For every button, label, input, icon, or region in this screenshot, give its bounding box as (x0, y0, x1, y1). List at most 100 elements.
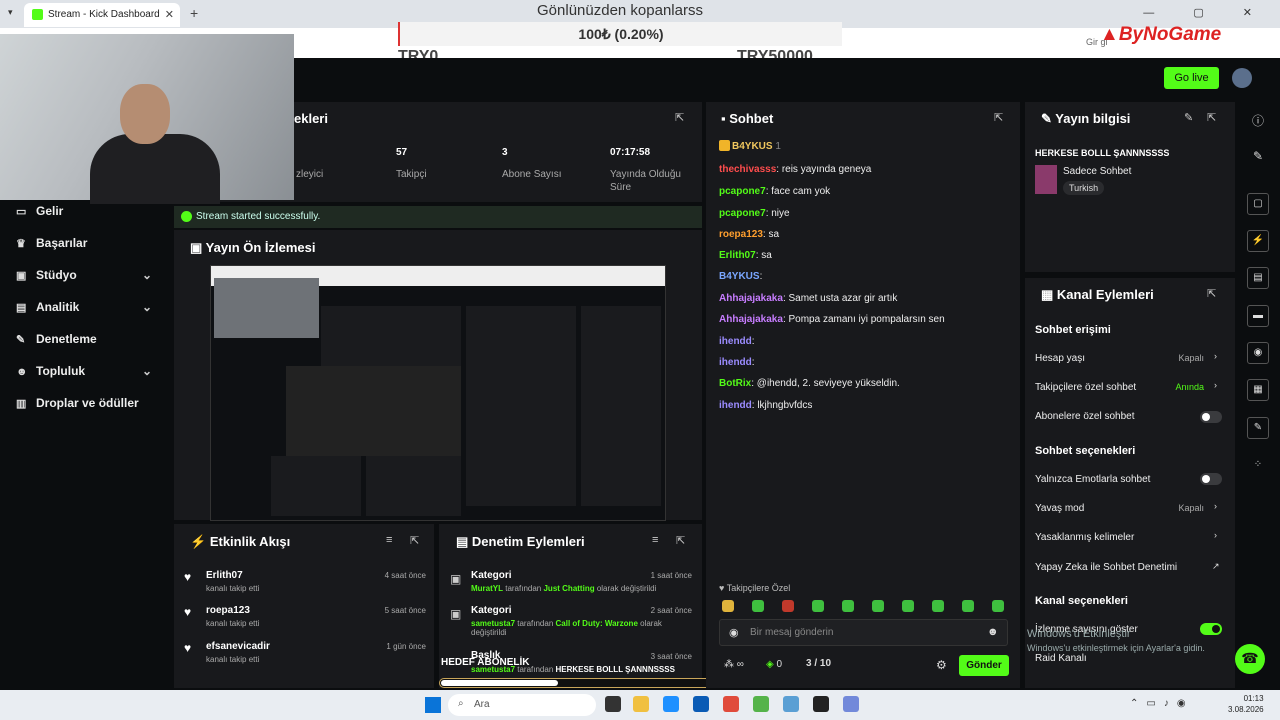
kick-points-icon: ◈ (766, 659, 777, 670)
sidebar-item-analitik[interactable]: ▤ Analitik ⌄ (16, 300, 152, 314)
emote-icon[interactable] (722, 600, 734, 612)
bolt-icon: ⚡ (190, 534, 210, 549)
external-link-icon[interactable]: ↗ (1212, 561, 1220, 572)
chat-message[interactable]: pcapone7: niye (719, 208, 790, 219)
sidebar-item-basarilar[interactable]: ♛ Başarılar (16, 236, 87, 250)
filter-icon[interactable]: ≡ (386, 534, 392, 546)
followers-only-label: ♥ Takipçilere Özel (719, 583, 791, 593)
filter-icon[interactable]: ≡ (652, 534, 658, 546)
chat-message[interactable]: Ahhajajakaka: Samet usta azar gir artık (719, 293, 897, 304)
studio-icon: ▣ (16, 270, 27, 282)
new-tab-button[interactable]: + (190, 5, 198, 21)
category-name[interactable]: Sadece Sohbet (1063, 166, 1131, 177)
store-icon[interactable] (693, 696, 709, 712)
ai-mod-row[interactable]: Yapay Zeka ile Sohbet Denetimi (1035, 562, 1177, 573)
mod-action-name: Kategori (471, 605, 512, 616)
sidebar-item-gelir[interactable]: ▭ Gelir (16, 204, 63, 218)
chrome-icon[interactable] (723, 696, 739, 712)
obs-icon[interactable] (813, 696, 829, 712)
activity-name[interactable]: Erlith07 (206, 570, 243, 581)
chat-settings-gear-icon[interactable]: ⚙ (936, 658, 947, 672)
help-chat-icon[interactable]: ☎ (1235, 644, 1265, 674)
close-tab-icon[interactable]: ✕ (165, 8, 174, 21)
app-icon[interactable] (753, 696, 769, 712)
document-icon[interactable]: ▤ (1247, 267, 1269, 289)
sidebar-item-droplar[interactable]: ▥ Droplar ve ödüller (16, 396, 139, 410)
avatar[interactable] (1232, 68, 1252, 88)
emote-icon[interactable] (872, 600, 884, 612)
expand-icon[interactable]: ⇱ (675, 111, 684, 124)
focus-icon[interactable]: ▢ (1247, 193, 1269, 215)
chat-message[interactable]: BotRix: @ihendd, 2. seviyeye yükseldin. (719, 378, 900, 389)
emote-icon[interactable] (812, 600, 824, 612)
apps-icon[interactable]: ⁘ (1247, 455, 1269, 477)
chevron-right-icon: › (1214, 351, 1217, 361)
chat-message[interactable]: ihendd: lkjhngbvfdcs (719, 400, 812, 411)
sidebar-item-denetleme[interactable]: ✎ Denetleme (16, 332, 97, 346)
account-age-row[interactable]: Hesap yaşı (1035, 353, 1085, 364)
layout-icon[interactable]: ▦ (1247, 379, 1269, 401)
info-icon[interactable]: ⓘ (1247, 108, 1269, 130)
emoji-icon[interactable]: ☻ (987, 626, 999, 638)
emote-icon[interactable] (752, 600, 764, 612)
sidebar-item-topluluk[interactable]: ☻ Topluluk ⌄ (16, 364, 152, 378)
activity-name[interactable]: efsanevicadir (206, 641, 270, 652)
chat-mod-icon[interactable]: ◉ (729, 626, 739, 639)
overlay-hedef-label: HEDEF ABONELİK (441, 657, 530, 668)
browser-tab[interactable]: Stream - Kick Dashboard ✕ (24, 3, 180, 27)
emote-icon[interactable] (962, 600, 974, 612)
taskbar-clock[interactable]: 01:13 3.08.2026 (1228, 693, 1264, 715)
chat-message[interactable]: Ahhajajakaka: Pompa zamanı iyi pompalars… (719, 314, 945, 325)
emote-icon[interactable] (992, 600, 1004, 612)
bolt-icon[interactable]: ⚡ (1247, 230, 1269, 252)
task-view-icon[interactable] (605, 696, 621, 712)
file-explorer-icon[interactable] (633, 696, 649, 712)
banned-words-row[interactable]: Yasaklanmış kelimeler (1035, 532, 1134, 543)
edge-icon[interactable] (663, 696, 679, 712)
chat-message[interactable]: Erlith07: sa (719, 250, 772, 261)
emote-icon[interactable] (782, 600, 794, 612)
chat-message[interactable]: thechivasss: reis yayında geneya (719, 164, 871, 175)
broadcast-icon[interactable]: ◉ (1247, 342, 1269, 364)
stream-preview-video[interactable] (210, 265, 666, 521)
stat-viewers-label: zleyici (296, 169, 324, 180)
windows-start-icon[interactable] (425, 697, 441, 713)
kick-points[interactable]: ◈ 0 (766, 659, 782, 670)
chat-input[interactable]: Bir mesaj gönderin (719, 619, 1008, 646)
chat-message[interactable]: pcapone7: face cam yok (719, 186, 830, 197)
discord-icon[interactable] (843, 696, 859, 712)
expand-icon[interactable]: ⇱ (676, 534, 685, 547)
slow-mode-row[interactable]: Yavaş mod (1035, 503, 1084, 514)
wrench-icon[interactable]: ✎ (1247, 417, 1269, 439)
expand-icon[interactable]: ⇱ (994, 111, 1003, 124)
chat-message[interactable]: ihendd: (719, 357, 755, 368)
emote-icon[interactable] (902, 600, 914, 612)
emote-only-toggle[interactable] (1200, 473, 1222, 485)
sidebar-item-studyo[interactable]: ▣ Stüdyo ⌄ (16, 268, 152, 282)
emote-icon[interactable] (842, 600, 854, 612)
subs-chat-toggle[interactable] (1200, 411, 1222, 423)
system-tray-icons[interactable]: ⌃▭♪◉ (1130, 698, 1194, 709)
chat-icon[interactable]: ▬ (1247, 305, 1269, 327)
chat-message[interactable]: roepa123: sa (719, 229, 779, 240)
send-button[interactable]: Gönder (959, 655, 1009, 676)
activity-name[interactable]: roepa123 (206, 605, 250, 616)
emote-icon[interactable] (932, 600, 944, 612)
expand-icon[interactable]: ⇱ (410, 534, 419, 547)
chat-username: Ahhajajakaka (719, 293, 783, 304)
chat-message[interactable]: B4YKUS: (719, 271, 762, 282)
edit-icon[interactable]: ✎ (1184, 111, 1193, 124)
expand-icon[interactable]: ⇱ (1207, 287, 1216, 300)
channel-points[interactable]: ⁂ ∞ (724, 659, 744, 670)
go-live-button[interactable]: Go live (1164, 67, 1219, 89)
app-icon[interactable] (783, 696, 799, 712)
chat-message[interactable]: ihendd: (719, 336, 755, 347)
pencil-icon[interactable]: ✎ (1247, 145, 1269, 167)
expand-icon[interactable]: ⇱ (1207, 111, 1216, 124)
pinned-user[interactable]: B4YKUS 1 (719, 140, 781, 152)
window-controls[interactable]: — ▢ ✕ (1143, 6, 1270, 19)
tab-list-icon[interactable]: ▾ (8, 7, 13, 18)
chat-text: : niye (765, 208, 790, 219)
followers-chat-row[interactable]: Takipçilere özel sohbet (1035, 382, 1136, 393)
taskbar-search[interactable]: ⌕ Ara (448, 694, 596, 716)
